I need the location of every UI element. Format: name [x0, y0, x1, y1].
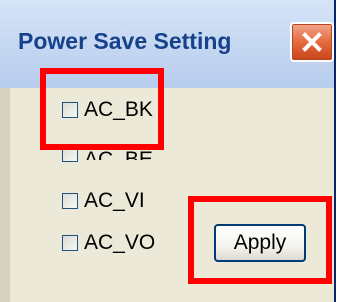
window-title: Power Save Setting [18, 28, 232, 54]
highlight-box-ac-bk [40, 68, 164, 150]
checkbox-ac-vo-row[interactable]: AC_VO [62, 231, 155, 255]
close-icon [302, 32, 322, 52]
checkbox-ac-vi-label: AC_VI [84, 189, 145, 212]
close-button[interactable] [290, 22, 334, 62]
checkbox-ac-vi[interactable] [62, 193, 78, 209]
checkbox-ac-vo[interactable] [62, 235, 78, 251]
checkbox-ac-vi-row[interactable]: AC_VI [62, 189, 145, 213]
window-frame-left [0, 88, 10, 302]
checkbox-ac-vo-label: AC_VO [84, 231, 156, 254]
highlight-box-apply [188, 196, 332, 284]
